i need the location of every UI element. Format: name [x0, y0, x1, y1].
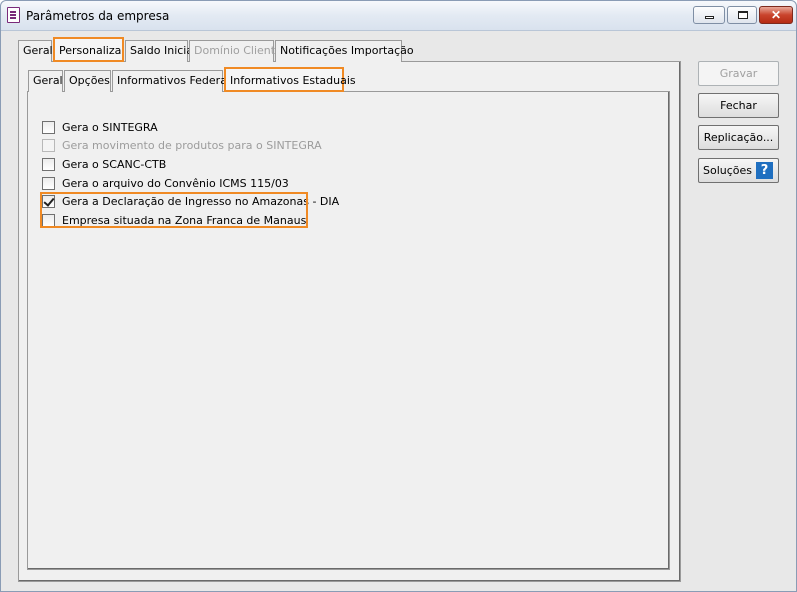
- checkbox-box[interactable]: [42, 157, 55, 171]
- checkbox-box[interactable]: [42, 120, 55, 134]
- minimize-button[interactable]: [693, 6, 725, 24]
- checkbox-gera-sintegra[interactable]: Gera o SINTEGRA: [42, 118, 158, 136]
- solutions-label: Soluções: [703, 164, 753, 177]
- solutions-button[interactable]: Soluções ?: [698, 158, 779, 183]
- checkbox-label: Gera o arquivo do Convênio ICMS 115/03: [62, 176, 289, 190]
- document-icon: [7, 7, 20, 23]
- maximize-button[interactable]: [727, 6, 757, 24]
- tab-informativos-estaduais[interactable]: Informativos Estaduais: [224, 67, 356, 92]
- help-icon: ?: [756, 162, 773, 179]
- tab-inner-geral[interactable]: Geral: [28, 70, 63, 92]
- tab-saldo-inicial[interactable]: Saldo Inicial: [125, 40, 196, 62]
- close-button[interactable]: Fechar: [698, 93, 779, 118]
- checkbox-box: [42, 138, 55, 152]
- checkbox-convenio-icms[interactable]: Gera o arquivo do Convênio ICMS 115/03: [42, 174, 289, 192]
- checkbox-box[interactable]: [42, 213, 55, 227]
- checkbox-label: Gera a Declaração de Ingresso no Amazona…: [62, 194, 340, 208]
- save-button: Gravar: [698, 61, 779, 86]
- tab-notificacoes-importacao[interactable]: Notificações Importação: [275, 40, 414, 62]
- tab-geral[interactable]: Geral: [18, 40, 53, 62]
- tab-personaliza[interactable]: Personaliza: [53, 37, 124, 62]
- checkbox-zona-franca-manaus[interactable]: Empresa situada na Zona Franca de Manaus: [42, 211, 306, 229]
- checkbox-label: Gera o SINTEGRA: [62, 120, 158, 134]
- checkbox-label: Gera movimento de produtos para o SINTEG…: [62, 138, 322, 152]
- close-icon: ✕: [770, 8, 782, 22]
- checkbox-box[interactable]: [42, 176, 55, 190]
- checkbox-movimento-produtos-sintegra: Gera movimento de produtos para o SINTEG…: [42, 136, 322, 154]
- title-bar[interactable]: Parâmetros da empresa ✕: [1, 1, 796, 31]
- checkbox-gera-scanc-ctb[interactable]: Gera o SCANC-CTB: [42, 155, 166, 173]
- window-title: Parâmetros da empresa: [26, 9, 170, 23]
- checkbox-box-checked[interactable]: [42, 194, 55, 208]
- maximize-icon: [738, 11, 748, 19]
- minimize-icon: [705, 16, 714, 19]
- tab-opcoes[interactable]: Opções: [64, 70, 111, 92]
- checkbox-label: Gera o SCANC-CTB: [62, 157, 167, 171]
- tab-informativos-federais[interactable]: Informativos Federais: [112, 70, 236, 92]
- checkbox-label: Empresa situada na Zona Franca de Manaus: [62, 213, 307, 227]
- checkbox-declaracao-ingresso-amazonas[interactable]: Gera a Declaração de Ingresso no Amazona…: [42, 192, 339, 210]
- replicate-button[interactable]: Replicação...: [698, 125, 779, 150]
- tab-dominio-cliente: Domínio Cliente: [189, 40, 282, 62]
- close-window-button[interactable]: ✕: [759, 6, 793, 24]
